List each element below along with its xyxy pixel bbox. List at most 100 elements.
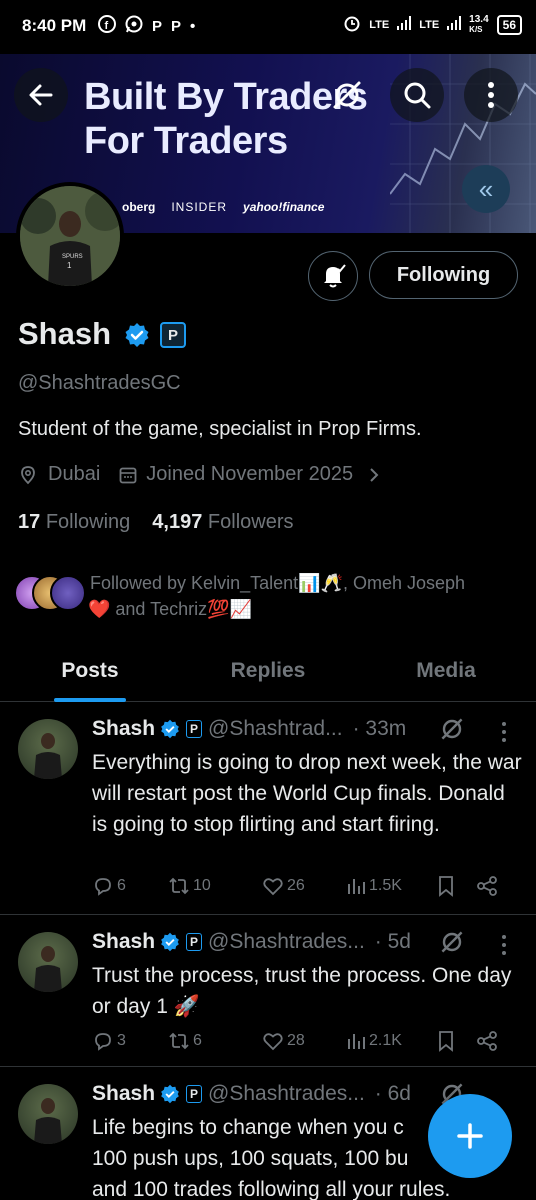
status-app-icons: f P P •: [98, 15, 195, 37]
reply-button[interactable]: 3: [92, 1030, 168, 1052]
repost-icon: [169, 877, 189, 895]
profile-joined: Joined November 2025: [146, 463, 354, 485]
bookmark-button[interactable]: [436, 875, 476, 897]
profile-handle: @ShashtradesGC: [18, 372, 181, 394]
banner-line2: For Traders: [84, 120, 288, 162]
post-timestamp[interactable]: · 33m: [353, 717, 407, 741]
reply-icon: [95, 878, 111, 896]
bookmark-icon: [439, 876, 453, 897]
heart-icon: [263, 1033, 283, 1051]
share-button[interactable]: [476, 875, 498, 897]
chevron-right-icon[interactable]: [365, 466, 383, 484]
affiliate-badge: P: [186, 1085, 203, 1103]
followed-by-text[interactable]: Followed by Kelvin_Talent📊🥂, Omeh Joseph…: [88, 570, 520, 622]
share-icon: [477, 876, 497, 896]
verified-badge-icon: [161, 719, 179, 739]
post-text: Everything is going to drop next week, t…: [92, 751, 522, 836]
post-avatar[interactable]: [18, 1084, 78, 1144]
bell-check-icon: [324, 264, 346, 288]
views-bar-icon: [348, 1034, 365, 1049]
more-vertical-icon[interactable]: [500, 934, 508, 956]
following-button[interactable]: Following: [369, 251, 518, 299]
verified-badge-icon: [125, 323, 149, 347]
post-avatar[interactable]: [18, 932, 78, 992]
tab-media[interactable]: Media: [356, 640, 536, 701]
bookmark-button[interactable]: [436, 1030, 476, 1052]
search-icon: [404, 82, 431, 109]
svg-text:SPURS: SPURS: [62, 254, 83, 260]
grok-icon[interactable]: [440, 717, 464, 741]
verified-badge-icon: [161, 1084, 179, 1104]
profile-meta: Dubai Joined November 2025: [18, 463, 383, 486]
post-header: Shash P @Shashtrad... · 33m: [92, 717, 406, 741]
grok-icon[interactable]: [440, 930, 464, 954]
post-timestamp[interactable]: · 6d: [375, 1082, 411, 1106]
profile-avatar[interactable]: SPURS 1: [16, 182, 124, 290]
avatar-figure: SPURS 1: [20, 186, 120, 286]
notifications-bell-button[interactable]: [308, 251, 358, 301]
tab-posts[interactable]: Posts: [0, 640, 180, 702]
follow-counts: 17 Following 4,197 Followers: [18, 511, 294, 534]
location-pin-icon: [21, 465, 35, 484]
like-button[interactable]: 28: [262, 1030, 346, 1052]
post-text: Trust the process, trust the process. On…: [92, 964, 512, 1018]
post-timestamp[interactable]: · 5d: [375, 930, 411, 954]
post-author-name[interactable]: Shash: [92, 1082, 155, 1106]
p-icon: P: [171, 17, 182, 35]
more-vertical-icon[interactable]: [500, 721, 508, 743]
banner-logo: oberg: [122, 200, 156, 214]
post-item[interactable]: Shash P @Shashtrades... · 5d Trust the p…: [0, 916, 536, 1067]
grok-button[interactable]: [320, 68, 374, 122]
followers-count-link[interactable]: 4,197 Followers: [152, 511, 293, 534]
post-header: Shash P @Shashtrades... · 5d: [92, 930, 411, 954]
post-author-name[interactable]: Shash: [92, 930, 155, 954]
search-button[interactable]: [390, 68, 444, 122]
status-time: 8:40 PM: [22, 16, 87, 35]
post-avatar[interactable]: [18, 719, 78, 779]
heart-icon: [263, 878, 283, 896]
collapse-button[interactable]: «: [462, 165, 510, 213]
svg-text:1: 1: [67, 261, 72, 270]
post-author-handle: @Shashtrades...: [208, 930, 365, 953]
profile-bio: Student of the game, specialist in Prop …: [18, 418, 422, 440]
svg-text:f: f: [105, 20, 109, 32]
profile-name: Shash: [18, 316, 112, 351]
grok-icon: [333, 81, 361, 109]
more-button[interactable]: [464, 68, 518, 122]
repost-button[interactable]: 10: [168, 875, 262, 897]
compose-post-button[interactable]: [428, 1094, 512, 1178]
views-button[interactable]: 2.1K: [346, 1031, 436, 1051]
tab-replies[interactable]: Replies: [180, 640, 356, 701]
network-lte-2: LTE: [419, 18, 440, 31]
battery-indicator: 56: [496, 14, 522, 35]
repost-button[interactable]: 6: [168, 1030, 262, 1052]
banner-logo: INSIDER: [171, 200, 228, 214]
affiliate-badge: P: [186, 720, 203, 738]
profile-tabs: Posts Replies Media: [0, 640, 536, 702]
repost-icon: [169, 1032, 189, 1050]
dot-icon: •: [190, 17, 196, 35]
back-button[interactable]: [14, 68, 68, 122]
alarm-icon: [343, 14, 361, 35]
more-vertical-icon: [488, 82, 494, 108]
post-header: Shash P @Shashtrades... · 6d: [92, 1082, 411, 1106]
signal-icon: [397, 16, 412, 33]
like-button[interactable]: 26: [262, 875, 346, 897]
arrow-left-icon: [29, 84, 53, 106]
affiliate-badge: P: [186, 933, 203, 951]
active-tab-indicator: [54, 698, 126, 702]
verified-badge-icon: [161, 932, 179, 952]
following-count-link[interactable]: 17 Following: [18, 511, 130, 534]
net-speed: 13.4 K/S: [469, 13, 489, 34]
follower-avatar: [50, 575, 86, 611]
post-author-name[interactable]: Shash: [92, 717, 155, 741]
profile-location: Dubai: [48, 463, 101, 485]
post-item[interactable]: Shash P @Shashtrad... · 33m Everything i…: [0, 703, 536, 915]
views-button[interactable]: 1.5K: [346, 876, 436, 896]
signal-icon: [447, 16, 462, 33]
banner-logos: oberg INSIDER yahoo!finance: [122, 200, 324, 214]
status-right: LTE LTE 13.4 K/S 56: [343, 14, 522, 35]
affiliate-badge[interactable]: P: [160, 322, 186, 348]
reply-button[interactable]: 6: [92, 875, 168, 897]
share-button[interactable]: [476, 1030, 498, 1052]
